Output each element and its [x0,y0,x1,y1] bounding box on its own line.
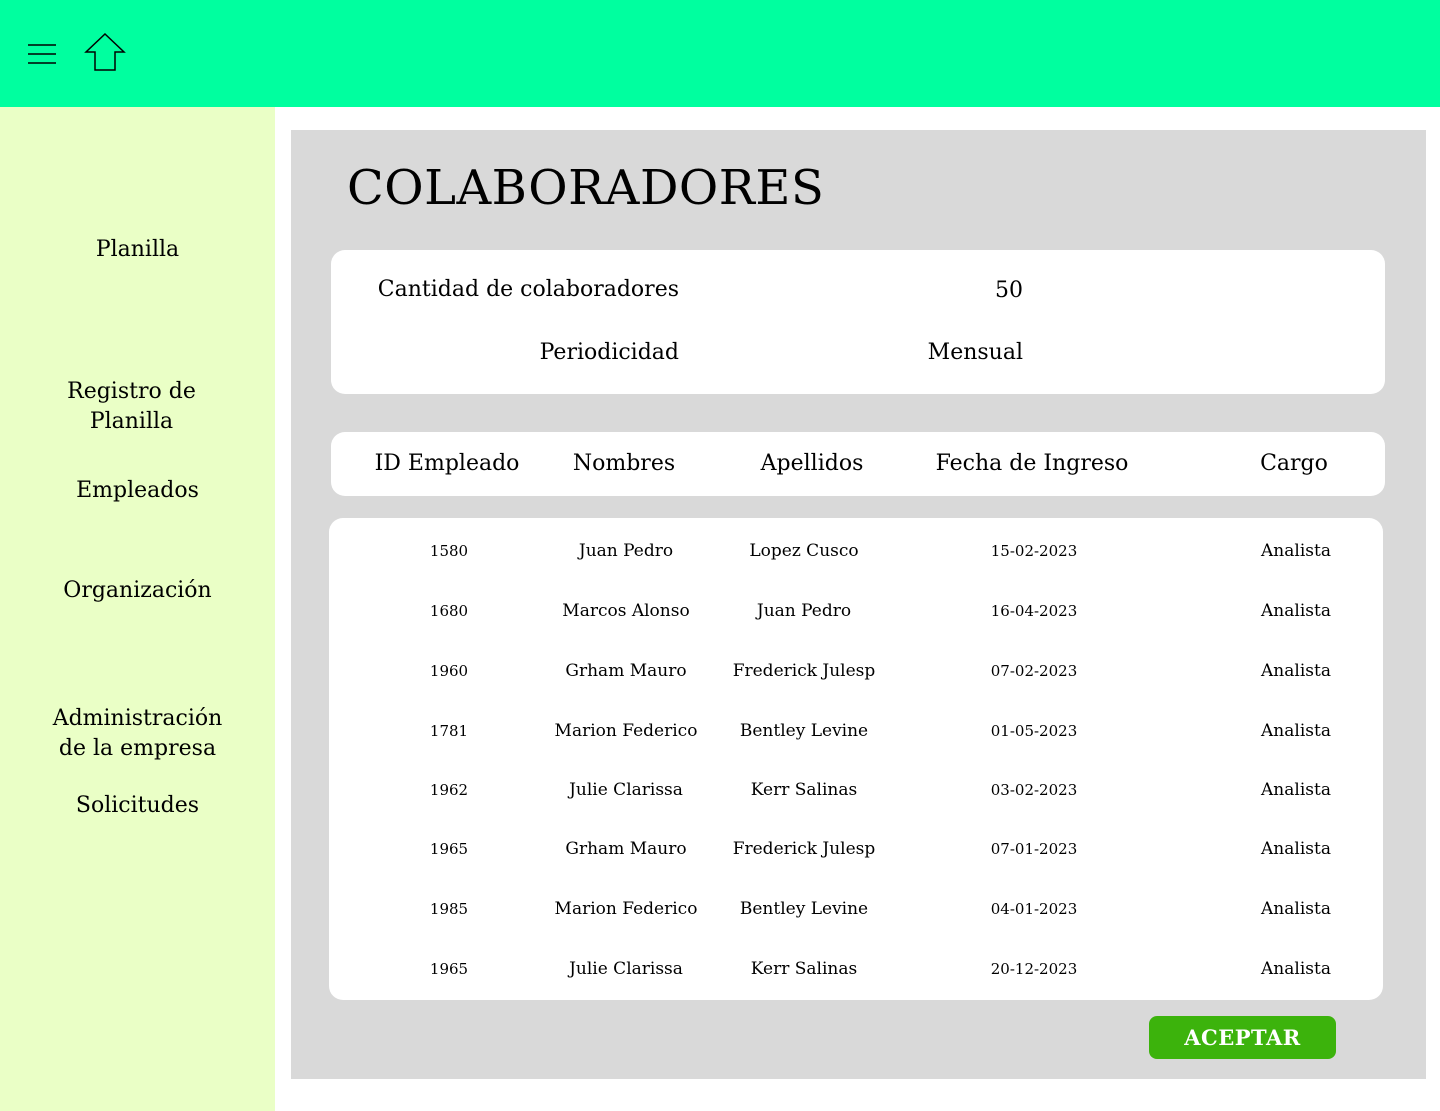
hamburger-menu-icon[interactable] [28,43,56,67]
cell-fecha: 15-02-2023 [990,542,1078,560]
cell-fecha: 04-01-2023 [990,900,1078,918]
sidebar-item-administracion-de-la-empresa[interactable]: Administración de la empresa [0,674,275,764]
table-row[interactable]: 1960 Grham Mauro Frederick Julesp 07-02-202… [329,656,1383,686]
cell-id: 1580 [429,542,469,560]
cell-nombres: Marcos Alonso [562,601,690,621]
cell-cargo: Analista [1261,959,1331,979]
summary-card: Cantidad de colaboradores 50 Periodicida… [331,250,1385,394]
cell-id: 1781 [429,722,469,740]
cell-apellidos: Juan Pedro [756,601,852,621]
cell-nombres: Grham Mauro [565,839,687,859]
accept-button[interactable]: ACEPTAR [1149,1016,1336,1059]
period-value: Mensual [927,340,1023,365]
main-panel: COLABORADORES Cantidad de colaboradores … [291,130,1426,1079]
sidebar-item-label: Administración de la empresa [52,706,223,761]
period-label: Periodicidad [539,340,679,365]
cell-fecha: 20-12-2023 [990,960,1078,978]
cell-cargo: Analista [1261,541,1331,561]
column-header-id: ID Empleado [374,451,520,476]
cell-id: 1960 [429,662,469,680]
cell-apellidos: Lopez Cusco [749,541,859,561]
sidebar-item-label: Solicitudes [75,793,200,818]
page-title: COLABORADORES [347,160,825,216]
cell-nombres: Marion Federico [554,721,698,741]
cell-cargo: Analista [1261,601,1331,621]
column-header-nombres: Nombres [572,451,676,476]
cell-apellidos: Frederick Julesp [732,661,876,681]
table-row[interactable]: 1580 Juan Pedro Lopez Cusco 15-02-2023 Anali… [329,536,1383,566]
cell-cargo: Analista [1261,839,1331,859]
column-header-apellidos: Apellidos [760,451,864,476]
table-body: 1580 Juan Pedro Lopez Cusco 15-02-2023 Anali… [329,518,1383,1000]
cell-nombres: Julie Clarissa [569,959,683,979]
cell-fecha: 16-04-2023 [990,602,1078,620]
table-row[interactable]: 1965 Grham Mauro Frederick Julesp 07-01-202… [329,834,1383,864]
top-bar [0,0,1440,107]
cell-id: 1962 [429,781,469,799]
cell-apellidos: Bentley Levine [739,721,869,741]
cell-nombres: Juan Pedro [578,541,674,561]
sidebar-item-registro-de-planilla[interactable]: Registro de Planilla [0,347,269,437]
sidebar-item-organizacion[interactable]: Organización [0,576,275,606]
column-header-cargo: Cargo [1260,451,1328,476]
table-row[interactable]: 1781 Marion Federico Bentley Levine 01-05-2… [329,716,1383,746]
cell-cargo: Analista [1261,721,1331,741]
cell-apellidos: Kerr Salinas [750,780,858,800]
sidebar-item-empleados[interactable]: Empleados [0,476,275,506]
sidebar-item-label: Organización [63,578,212,603]
cell-fecha: 03-02-2023 [990,781,1078,799]
cell-id: 1965 [429,840,469,858]
table-row[interactable]: 1962 Julie Clarissa Kerr Salinas 03-02-2023… [329,775,1383,805]
table-header: ID Empleado Nombres Apellidos Fecha de I… [331,432,1385,496]
sidebar-item-solicitudes[interactable]: Solicitudes [0,791,275,821]
cell-nombres: Grham Mauro [565,661,687,681]
sidebar-item-label: Planilla [95,237,180,262]
cell-apellidos: Frederick Julesp [732,839,876,859]
cell-apellidos: Bentley Levine [739,899,869,919]
count-value: 50 [995,278,1023,303]
cell-cargo: Analista [1261,899,1331,919]
table-row[interactable]: 1965 Julie Clarissa Kerr Salinas 20-12-2023… [329,954,1383,984]
cell-id: 1680 [429,602,469,620]
cell-nombres: Marion Federico [554,899,698,919]
sidebar-item-label: Registro de Planilla [67,379,196,434]
sidebar-item-label: Empleados [76,478,199,503]
table-row[interactable]: 1985 Marion Federico Bentley Levine 04-01-2… [329,894,1383,924]
cell-apellidos: Kerr Salinas [750,959,858,979]
cell-id: 1965 [429,960,469,978]
sidebar: Planilla Registro de Planilla Empleados … [0,107,275,1111]
table-row[interactable]: 1680 Marcos Alonso Juan Pedro 16-04-2023 Ana… [329,596,1383,626]
cell-fecha: 01-05-2023 [990,722,1078,740]
cell-fecha: 07-02-2023 [990,662,1078,680]
cell-id: 1985 [429,900,469,918]
cell-cargo: Analista [1261,780,1331,800]
cell-nombres: Julie Clarissa [569,780,683,800]
count-label: Cantidad de colaboradores [377,277,679,302]
cell-cargo: Analista [1261,661,1331,681]
home-arrow-icon[interactable] [84,33,126,71]
column-header-fecha: Fecha de Ingreso [935,451,1129,476]
sidebar-item-planilla[interactable]: Planilla [0,235,275,265]
cell-fecha: 07-01-2023 [990,840,1078,858]
